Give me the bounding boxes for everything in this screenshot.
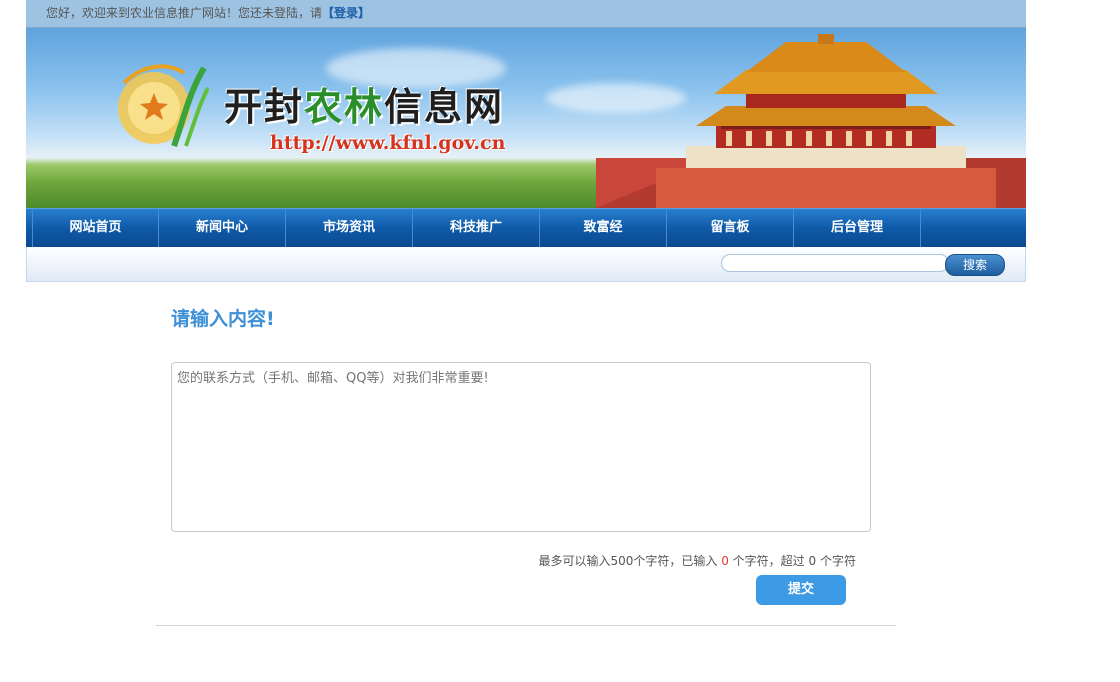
search-input[interactable] xyxy=(721,254,949,272)
nav-news[interactable]: 新闻中心 xyxy=(159,209,286,247)
char-counter: 最多可以输入500个字符，已输入 0 个字符，超过 0 个字符 xyxy=(538,554,856,568)
nav-guestbook[interactable]: 留言板 xyxy=(667,209,794,247)
message-textarea[interactable] xyxy=(171,362,871,532)
site-title: 开封农林信息网 xyxy=(224,84,505,129)
entered-count: 0 xyxy=(721,554,729,568)
page-wrapper: 您好，欢迎来到农业信息推广网站！您还未登陆，请【登录】 开封农林信息网 http… xyxy=(26,0,1026,282)
nav-home[interactable]: 网站首页 xyxy=(32,209,159,247)
nav-tech[interactable]: 科技推广 xyxy=(413,209,540,247)
search-bar: 搜索 xyxy=(26,247,1026,282)
form-heading: 请输入内容! xyxy=(171,308,275,330)
content-divider xyxy=(156,625,896,626)
nav-wealth[interactable]: 致富经 xyxy=(540,209,667,247)
submit-button[interactable]: 提交 xyxy=(756,575,846,605)
nav-admin[interactable]: 后台管理 xyxy=(794,209,921,247)
main-nav: 网站首页 新闻中心 市场资讯 科技推广 致富经 留言板 后台管理 xyxy=(26,208,1026,247)
wheat-logo-icon xyxy=(118,64,209,148)
palace-image-icon xyxy=(596,34,1026,208)
site-url: http://www.kfnl.gov.cn xyxy=(270,132,506,154)
site-banner: 开封农林信息网 http://www.kfnl.gov.cn xyxy=(26,28,1026,208)
nav-market[interactable]: 市场资讯 xyxy=(286,209,413,247)
exceeded-count: 0 xyxy=(808,554,817,568)
login-link[interactable]: 【登录】 xyxy=(322,6,370,20)
top-welcome-bar: 您好，欢迎来到农业信息推广网站！您还未登陆，请【登录】 xyxy=(26,0,1026,28)
search-button[interactable]: 搜索 xyxy=(945,254,1005,276)
welcome-text: 您好，欢迎来到农业信息推广网站！您还未登陆，请 xyxy=(46,6,323,20)
